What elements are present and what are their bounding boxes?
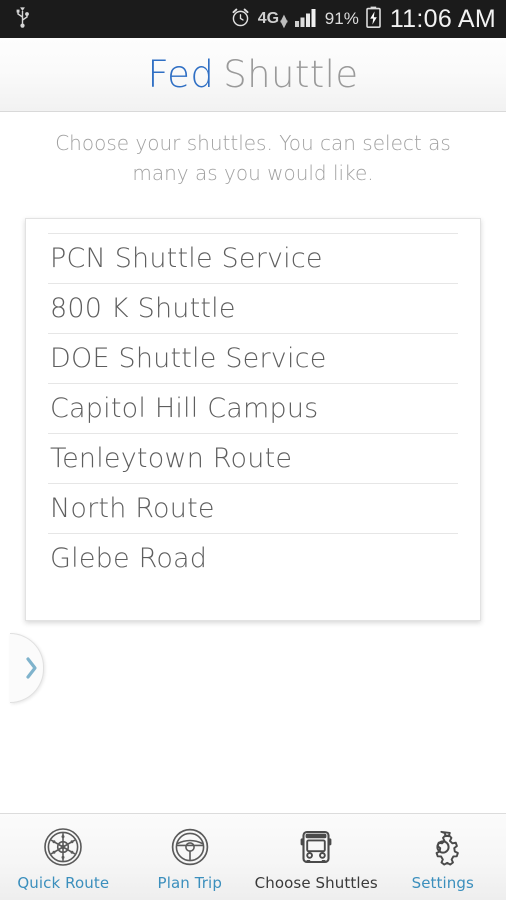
battery-charging-icon — [366, 6, 381, 32]
shuttle-name: Tenleytown Route — [50, 443, 293, 474]
gear-icon — [423, 826, 463, 868]
tab-settings[interactable]: Settings — [380, 814, 506, 900]
chevron-right-icon — [25, 656, 38, 680]
clock-label: 11:06 AM — [389, 4, 496, 33]
page-title: Fed Shuttle — [148, 53, 359, 96]
list-item[interactable]: Capitol Hill Campus — [48, 383, 458, 433]
shuttle-name: 800 K Shuttle — [50, 293, 236, 324]
signal-bars-icon — [294, 7, 318, 31]
bus-icon — [296, 826, 336, 868]
list-item[interactable]: North Route — [48, 483, 458, 533]
list-item[interactable]: Glebe Road — [48, 533, 458, 583]
shuttle-list-card: PCN Shuttle Service 800 K Shuttle DOE Sh… — [10, 218, 481, 703]
usb-icon — [14, 6, 31, 32]
tab-label: Quick Route — [17, 874, 110, 892]
instructions-text: Choose your shuttles. You can select as … — [55, 131, 451, 185]
list-item[interactable]: Tenleytown Route — [48, 433, 458, 483]
shuttle-name: North Route — [50, 493, 215, 524]
list-item[interactable]: DOE Shuttle Service — [48, 333, 458, 383]
shuttle-name: Capitol Hill Campus — [50, 393, 319, 424]
app-title-primary: Fed — [147, 53, 215, 96]
tab-plan-trip[interactable]: Plan Trip — [127, 814, 254, 900]
list-item[interactable]: PCN Shuttle Service — [48, 233, 458, 283]
wheel-icon — [43, 826, 83, 868]
tab-label: Plan Trip — [157, 874, 222, 892]
status-bar: 4G ▲ ▼ 91% 11:06 AM — [0, 0, 506, 38]
network-type-indicator: 4G ▲ ▼ — [257, 10, 288, 30]
app-screen: 4G ▲ ▼ 91% 11:06 AM Fed Shuttle Choose y… — [0, 0, 506, 900]
tab-quick-route[interactable]: Quick Route — [0, 814, 127, 900]
drawer-handle[interactable] — [10, 633, 44, 703]
alarm-clock-icon — [230, 7, 251, 32]
lte-data-arrows-icon: ▲ ▼ — [280, 13, 288, 30]
shuttle-list: PCN Shuttle Service 800 K Shuttle DOE Sh… — [48, 233, 458, 583]
shuttle-name: DOE Shuttle Service — [50, 343, 327, 374]
network-label: 4G — [257, 10, 280, 27]
tab-label: Choose Shuttles — [254, 874, 378, 892]
status-bar-left — [14, 6, 31, 32]
shuttle-name: Glebe Road — [50, 543, 208, 574]
shuttle-name: PCN Shuttle Service — [50, 243, 323, 274]
tab-label: Settings — [411, 874, 474, 892]
bottom-navigation-bar: Quick Route Plan Trip Choose Shuttles Se… — [0, 813, 506, 900]
tab-choose-shuttles[interactable]: Choose Shuttles — [253, 814, 380, 900]
app-header: Fed Shuttle — [0, 38, 506, 112]
steering-wheel-icon — [170, 826, 210, 868]
status-bar-right: 4G ▲ ▼ 91% 11:06 AM — [230, 5, 496, 34]
app-title-secondary: Shuttle — [223, 53, 359, 96]
list-item[interactable]: 800 K Shuttle — [48, 283, 458, 333]
battery-percent-label: 91% — [324, 9, 359, 28]
